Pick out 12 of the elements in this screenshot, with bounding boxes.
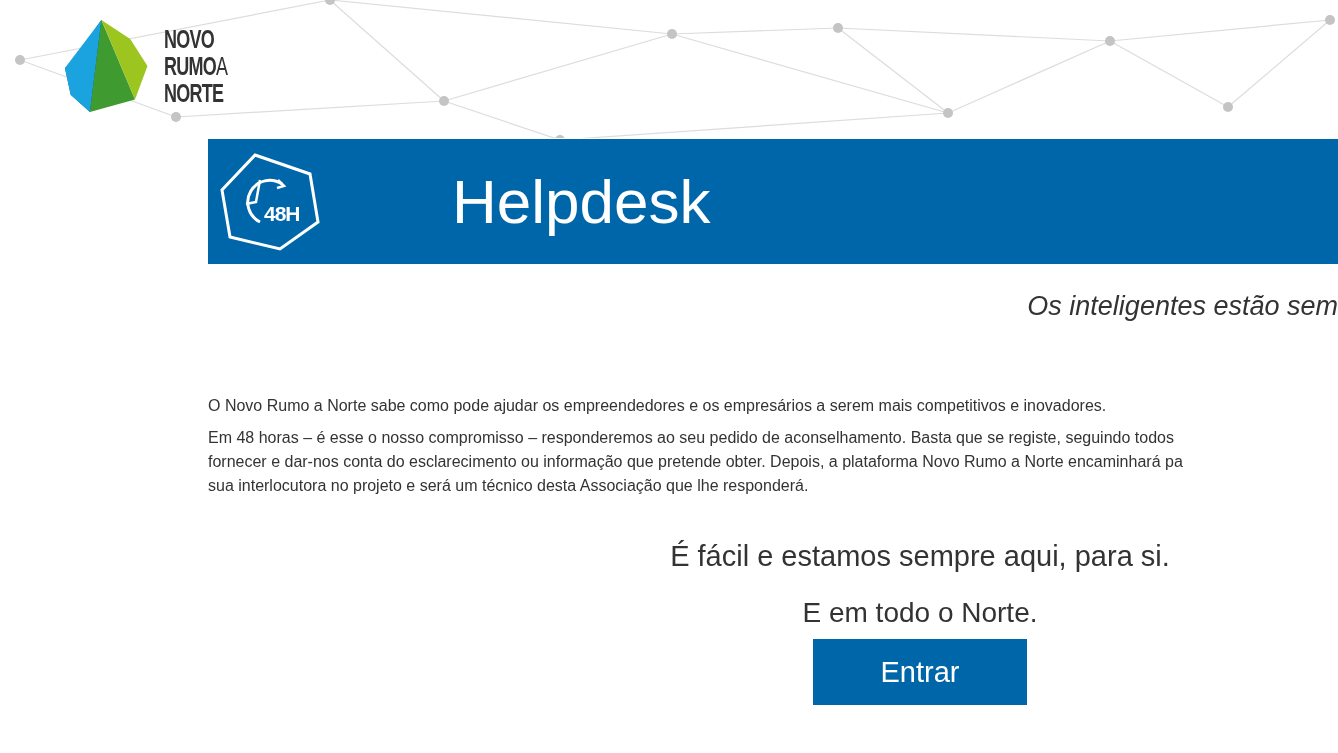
logo-text: A [216,51,228,80]
paragraph: O Novo Rumo a Norte sabe como pode ajudar os empreendedores e os empresários a serem mais competitivos e inovadores. [208,396,1108,416]
subheadline: E em todo o Norte. [802,597,1038,629]
tagline: Os inteligentes estão sem [1026,291,1338,322]
paragraph: Em 48 horas – é esse o nosso compromisso – responderemos ao seu pedido de aconselhamento. Basta que se registe, seguindo todos fornecer e dar-nos conta do esclarecimento ou informação que pretende obter. Depois, a plataforma Novo Rumo a Norte encaminhará pa sua interlocutora no projeto e será um técnico desta Associação que lhe responderá. [208,428,1184,496]
clock-icon: 48H [220,151,320,252]
headline: É fácil e estamos sempre aqui, para si. [670,540,1170,573]
logo-text: NOVO [164,25,216,53]
helpdesk-title: Helpdesk [452,166,711,237]
logo-text: RUMO [164,51,217,80]
logo-text: NORTE [164,79,225,107]
enter-button[interactable]: Entrar [813,639,1027,705]
